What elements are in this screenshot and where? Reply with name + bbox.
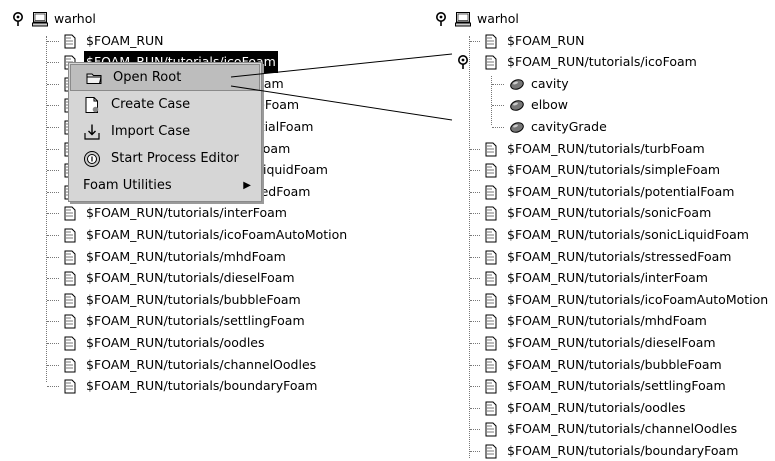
item-label: $FOAM_RUN/tutorials/turbFoam — [507, 140, 705, 156]
item-label: $FOAM_RUN/tutorials/icoFoamAutoMotion — [507, 291, 769, 307]
process-editor-icon — [84, 151, 100, 167]
case-icon — [64, 336, 76, 351]
import-case-label: Import Case — [111, 124, 191, 139]
item-label: $FOAM_RUN/tutorials/icoFoamAutoMotion — [86, 226, 348, 242]
case-icon — [64, 358, 76, 372]
folder-icon — [86, 73, 102, 84]
item-label: $FOAM_RUN — [86, 32, 164, 48]
start-process-editor-label: Start Process Editor — [111, 151, 239, 166]
import-icon — [84, 124, 100, 140]
case-icon — [64, 228, 76, 243]
case-icon — [485, 163, 497, 178]
item-label: $FOAM_RUN/tutorials/stressedFoam — [507, 248, 732, 264]
case-icon — [64, 206, 76, 221]
case-icon — [485, 401, 497, 416]
item-label: $FOAM_RUN/tutorials/sonicFoam — [507, 205, 712, 221]
computer-icon — [32, 12, 48, 27]
item-label: $FOAM_RUN/tutorials/interFoam — [507, 270, 708, 286]
case-icon — [485, 293, 497, 308]
item-label: $FOAM_RUN/tutorials/boundaryFoam — [86, 378, 318, 394]
foam-utilities-menu-item[interactable]: Foam Utilities ▶ — [69, 172, 261, 199]
case-blob-icon — [510, 122, 524, 133]
context-menu: Open Root Create Case Import Case Start … — [68, 62, 262, 202]
pin-icon[interactable] — [457, 54, 473, 70]
case-icon — [485, 379, 497, 394]
case-icon — [485, 250, 497, 265]
case-icon — [485, 206, 497, 221]
item-label: $FOAM_RUN/tutorials/channelOodles — [86, 356, 317, 372]
item-label: $FOAM_RUN/tutorials/bubbleFoam — [86, 291, 301, 307]
case-icon — [485, 142, 497, 157]
item-label: $FOAM_RUN/tutorials/mhdFoam — [507, 313, 707, 329]
item-label: $FOAM_RUN/tutorials/sonicLiquidFoam — [507, 226, 749, 242]
case-icon — [64, 250, 76, 265]
case-icon — [485, 314, 497, 329]
case-icon — [485, 336, 497, 351]
item-label: $FOAM_RUN/tutorials/simpleFoam — [507, 162, 721, 178]
case-icon — [485, 422, 497, 437]
item-label: $FOAM_RUN/tutorials/dieselFoam — [86, 270, 295, 286]
item-label: $FOAM_RUN/tutorials/mhdFoam — [86, 248, 286, 264]
case-icon — [485, 358, 497, 372]
case-icon — [485, 271, 497, 286]
item-label: $FOAM_RUN/tutorials/icoFoam — [507, 54, 697, 70]
item-label: $FOAM_RUN/tutorials/oodles — [86, 334, 265, 350]
case-icon — [64, 34, 76, 49]
case-icon — [485, 228, 497, 243]
item-label: $FOAM_RUN/tutorials/potentialFoam — [507, 183, 735, 199]
item-label: elbow — [531, 97, 568, 113]
root-label: warhol — [477, 11, 519, 26]
new-document-icon — [85, 97, 99, 113]
case-icon — [64, 314, 76, 329]
case-icon — [485, 444, 497, 459]
item-label: $FOAM_RUN/tutorials/bubbleFoam — [507, 356, 722, 372]
item-label: cavity — [531, 75, 569, 91]
item-label: $FOAM_RUN/tutorials/oodles — [507, 399, 686, 415]
case-icon — [64, 271, 76, 286]
item-label: $FOAM_RUN — [507, 32, 585, 48]
create-case-label: Create Case — [111, 97, 191, 112]
case-blob-icon — [510, 79, 524, 90]
case-icon — [64, 379, 76, 394]
case-icon — [485, 34, 497, 49]
create-case-menu-item[interactable]: Create Case — [69, 91, 261, 118]
open-root-label: Open Root — [113, 70, 182, 85]
item-label: $FOAM_RUN/tutorials/interFoam — [86, 205, 287, 221]
foam-utilities-label: Foam Utilities — [83, 178, 172, 193]
root-label: warhol — [54, 11, 96, 26]
item-label: $FOAM_RUN/tutorials/channelOodles — [507, 421, 738, 437]
case-icon — [64, 293, 76, 308]
open-root-menu-item[interactable]: Open Root — [70, 64, 260, 91]
case-blob-icon — [510, 100, 524, 112]
case-icon — [485, 185, 497, 200]
item-label: $FOAM_RUN/tutorials/settlingFoam — [507, 378, 726, 394]
start-process-editor-menu-item[interactable]: Start Process Editor — [69, 145, 261, 172]
pin-icon[interactable] — [12, 11, 28, 27]
import-case-menu-item[interactable]: Import Case — [69, 118, 261, 145]
item-label: $FOAM_RUN/tutorials/settlingFoam — [86, 313, 305, 329]
submenu-arrow-icon: ▶ — [243, 180, 251, 191]
pin-icon[interactable] — [435, 11, 451, 27]
item-label: cavityGrade — [531, 118, 607, 134]
item-label: $FOAM_RUN/tutorials/dieselFoam — [507, 334, 716, 350]
computer-icon — [455, 12, 471, 27]
case-icon — [485, 55, 497, 70]
